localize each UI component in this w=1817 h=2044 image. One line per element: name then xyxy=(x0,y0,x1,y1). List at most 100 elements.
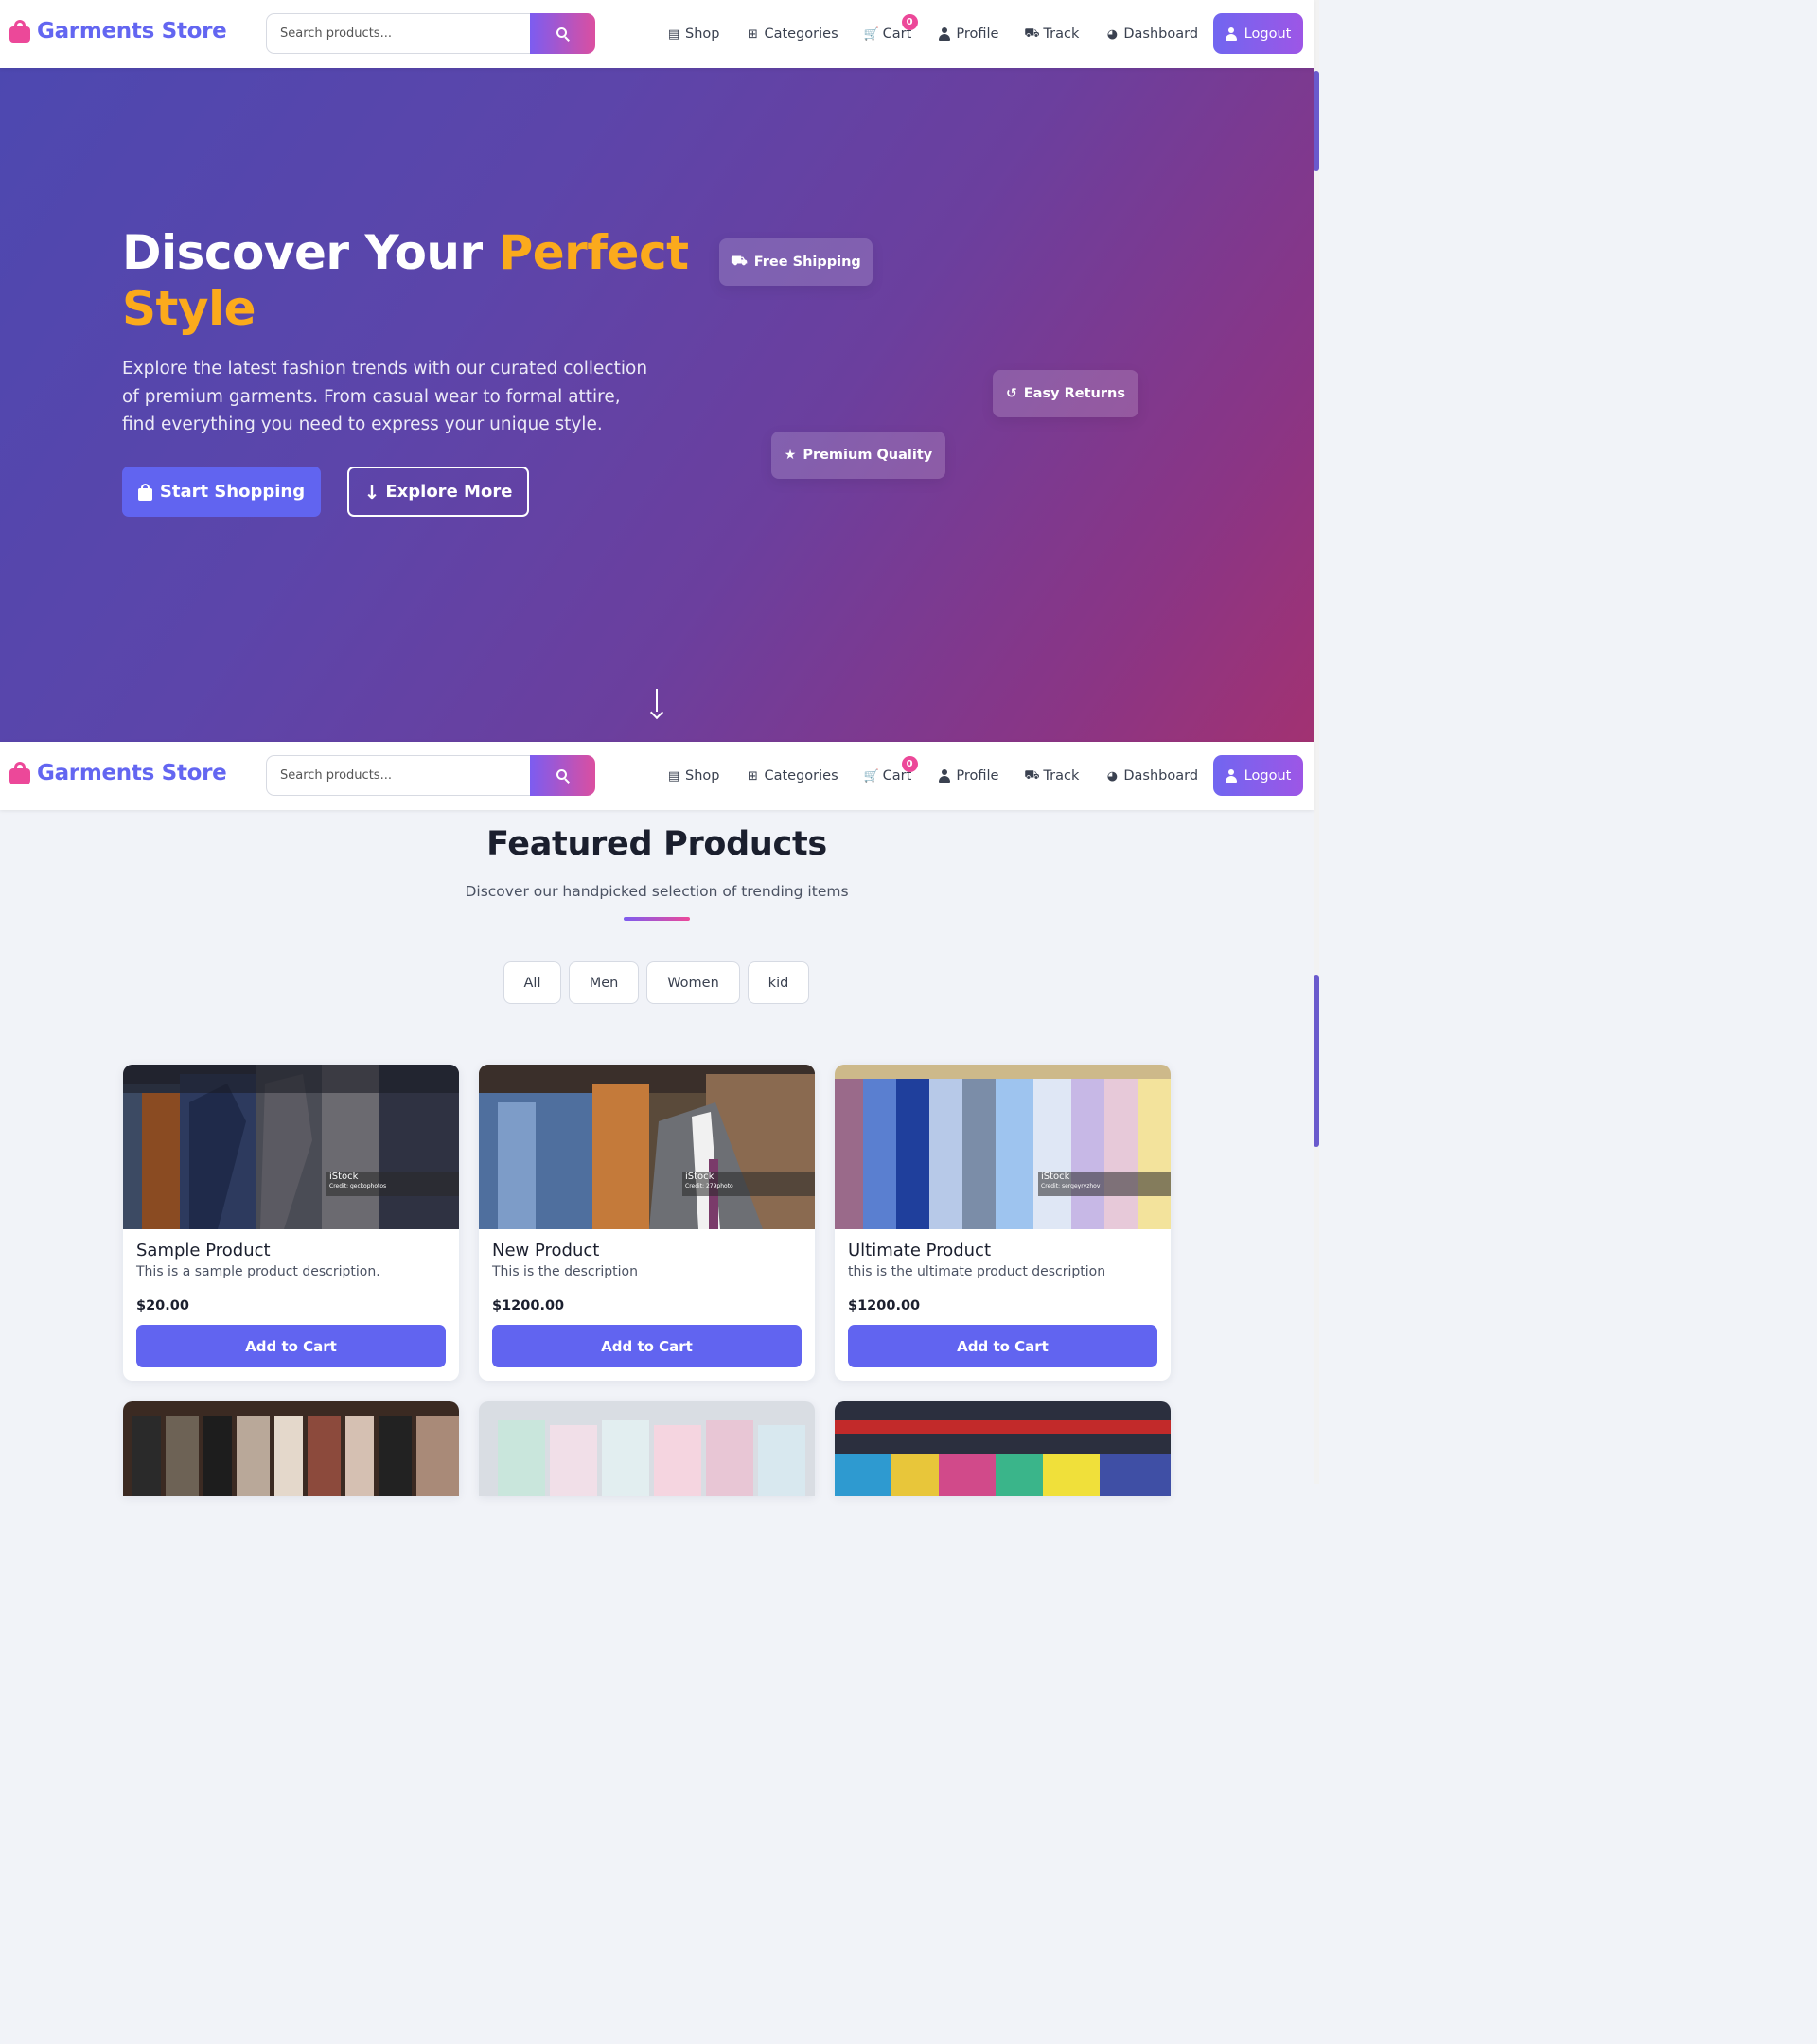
logout-label: Logout xyxy=(1244,26,1292,42)
watermark-credit: Credit: 279photo xyxy=(685,1183,733,1189)
hero-title: Discover Your Perfect Style xyxy=(122,225,709,337)
search-icon xyxy=(556,768,570,784)
page-scrollbar[interactable] xyxy=(1314,0,1319,1484)
product-image[interactable] xyxy=(479,1401,815,1496)
sticky-navbar: Garments Store ▤ Shop ⊞ Categories 🛒 Car… xyxy=(0,742,1314,810)
nav-profile-label: Profile xyxy=(956,26,999,42)
nav-dashboard-label: Dashboard xyxy=(1123,768,1199,784)
product-price: $20.00 xyxy=(136,1298,189,1313)
logout-button[interactable]: Logout xyxy=(1213,13,1303,54)
filter-kid[interactable]: kid xyxy=(748,961,809,1004)
featured-subtitle: Discover our handpicked selection of tre… xyxy=(465,883,849,900)
product-image[interactable]: iStock Credit: sergeyryzhov xyxy=(835,1065,1171,1229)
product-card: iStock Credit: 279photo New Product This… xyxy=(479,1065,815,1381)
nav-dashboard[interactable]: ◕ Dashboard xyxy=(1104,26,1198,42)
nav-profile[interactable]: Profile xyxy=(937,26,998,42)
grid-icon: ⊞ xyxy=(748,26,758,42)
start-shopping-button[interactable]: Start Shopping xyxy=(122,467,321,517)
product-image[interactable]: iStock Credit: 279photo xyxy=(479,1065,815,1229)
watermark-credit: Credit: sergeyryzhov xyxy=(1041,1183,1101,1189)
explore-more-label: Explore More xyxy=(385,482,513,502)
user-icon xyxy=(1225,26,1239,41)
scroll-down-arrow-icon[interactable] xyxy=(649,689,664,720)
brand-logo[interactable]: Garments Store xyxy=(9,761,227,785)
filter-women[interactable]: Women xyxy=(646,961,740,1004)
search-bar xyxy=(266,13,595,54)
product-card: iStock Credit: geckophotos Sample Produc… xyxy=(123,1065,459,1381)
featured-title: Featured Products xyxy=(486,825,827,863)
nav-categories-label: Categories xyxy=(764,768,838,784)
product-image[interactable]: iStock Credit: geckophotos xyxy=(123,1065,459,1229)
free-shipping-label: Free Shipping xyxy=(753,255,861,270)
watermark-credit: Credit: geckophotos xyxy=(329,1183,387,1189)
product-name[interactable]: New Product xyxy=(492,1241,599,1260)
truck-icon: ⛟ xyxy=(1024,767,1040,783)
image-watermark: iStock Credit: geckophotos xyxy=(326,1172,459,1196)
nav-dashboard[interactable]: ◕ Dashboard xyxy=(1104,768,1198,784)
explore-more-button[interactable]: ↓ Explore More xyxy=(347,467,529,517)
brand-name: Garments Store xyxy=(37,19,227,44)
product-description: This is the description xyxy=(492,1264,638,1279)
nav-track[interactable]: ⛟ Track xyxy=(1024,26,1079,43)
nav-profile[interactable]: Profile xyxy=(937,768,998,784)
brand-logo[interactable]: Garments Store xyxy=(9,19,227,44)
top-navbar: Garments Store ▤ Shop ⊞ Categories 🛒 Car… xyxy=(0,0,1314,68)
free-shipping-badge: ⛟ Free Shipping xyxy=(719,238,873,286)
product-price: $1200.00 xyxy=(848,1298,921,1313)
nav-links: ▤ Shop ⊞ Categories 🛒 Cart 0 Profile ⛟ T… xyxy=(666,0,1224,68)
search-bar xyxy=(266,755,595,796)
logout-label: Logout xyxy=(1244,767,1292,784)
hero-title-text: Discover Your xyxy=(122,225,499,280)
product-name[interactable]: Sample Product xyxy=(136,1241,271,1260)
image-watermark: iStock Credit: sergeyryzhov xyxy=(1038,1172,1171,1196)
cart-count-badge: 0 xyxy=(901,14,918,30)
category-filters: All Men Women kid xyxy=(503,961,817,1004)
logout-button[interactable]: Logout xyxy=(1213,755,1303,796)
nav-cart[interactable]: 🛒 Cart 0 xyxy=(863,756,918,784)
nav-cart[interactable]: 🛒 Cart 0 xyxy=(864,14,918,42)
easy-returns-label: Easy Returns xyxy=(1023,386,1125,401)
user-icon xyxy=(1225,768,1239,783)
watermark-text: iStock xyxy=(685,1172,714,1182)
cart-count-badge: 0 xyxy=(901,756,918,772)
dashboard-gauge-icon: ◕ xyxy=(1106,768,1119,784)
scrollbar-thumb[interactable] xyxy=(1314,975,1319,1147)
hero-section: Discover Your Perfect Style Explore the … xyxy=(0,68,1314,742)
nav-track-label: Track xyxy=(1043,768,1080,784)
nav-links: ▤ Shop ⊞ Categories 🛒 Cart 0 Profile ⛟ T… xyxy=(666,742,1224,810)
nav-shop[interactable]: ▤ Shop xyxy=(666,768,720,784)
nav-profile-label: Profile xyxy=(956,768,999,784)
start-shopping-label: Start Shopping xyxy=(159,482,306,502)
star-icon: ★ xyxy=(784,448,797,463)
product-name[interactable]: Ultimate Product xyxy=(848,1241,991,1260)
title-underline xyxy=(624,917,690,921)
filter-all[interactable]: All xyxy=(503,961,561,1004)
shopping-bag-icon xyxy=(9,762,30,784)
product-image[interactable] xyxy=(835,1401,1171,1496)
nav-categories[interactable]: ⊞ Categories xyxy=(745,768,838,784)
nav-shop[interactable]: ▤ Shop xyxy=(666,26,720,42)
add-to-cart-button[interactable]: Add to Cart xyxy=(136,1325,446,1367)
search-input[interactable] xyxy=(266,13,530,54)
filter-men[interactable]: Men xyxy=(569,961,639,1004)
image-watermark: iStock Credit: 279photo xyxy=(682,1172,815,1196)
add-to-cart-button[interactable]: Add to Cart xyxy=(848,1325,1157,1367)
search-input[interactable] xyxy=(266,755,530,796)
hero-subtitle: Explore the latest fashion trends with o… xyxy=(122,359,648,434)
nav-track[interactable]: ⛟ Track xyxy=(1024,768,1079,784)
nav-shop-label: Shop xyxy=(685,768,720,784)
watermark-text: iStock xyxy=(329,1172,359,1182)
add-to-cart-button[interactable]: Add to Cart xyxy=(492,1325,802,1367)
undo-icon: ↺ xyxy=(1006,386,1017,401)
user-icon xyxy=(937,26,952,42)
cart-icon: 🛒 xyxy=(863,768,879,784)
watermark-text: iStock xyxy=(1041,1172,1070,1182)
product-image[interactable] xyxy=(123,1401,459,1496)
search-button[interactable] xyxy=(530,755,595,796)
scrollbar-thumb[interactable] xyxy=(1314,71,1319,171)
product-description: this is the ultimate product description xyxy=(848,1264,1106,1279)
search-button[interactable] xyxy=(530,13,595,54)
nav-categories[interactable]: ⊞ Categories xyxy=(745,26,838,42)
user-icon xyxy=(937,768,952,784)
premium-quality-label: Premium Quality xyxy=(803,448,933,463)
